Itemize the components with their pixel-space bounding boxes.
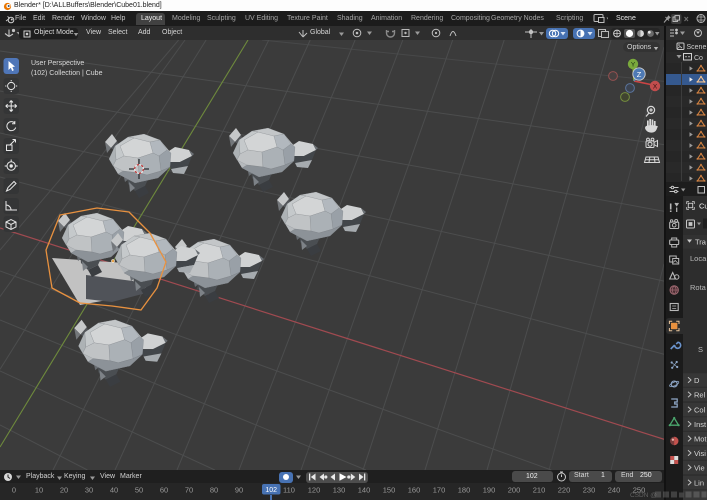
svg-text:CSDN @: CSDN @ [630, 492, 657, 499]
svg-text:220: 220 [558, 486, 571, 495]
svg-text:Loca: Loca [690, 254, 707, 263]
svg-text:X: X [653, 84, 658, 91]
svg-text:Vie: Vie [694, 463, 705, 472]
svg-text:130: 130 [333, 486, 346, 495]
svg-text:Col: Col [694, 405, 706, 414]
svg-text:Inst: Inst [694, 420, 707, 429]
svg-text:20: 20 [60, 486, 68, 495]
svg-text:Visi: Visi [694, 449, 706, 458]
svg-text:50: 50 [135, 486, 143, 495]
svg-text:30: 30 [85, 486, 93, 495]
svg-text:210: 210 [533, 486, 546, 495]
svg-text:Cu: Cu [699, 202, 707, 211]
svg-text:Lin: Lin [694, 478, 704, 487]
svg-text:190: 190 [483, 486, 496, 495]
svg-text:240: 240 [608, 486, 621, 495]
svg-text:140: 140 [358, 486, 371, 495]
svg-text:Co: Co [694, 55, 703, 62]
svg-text:Scene: Scene [687, 44, 707, 51]
svg-text:200: 200 [508, 486, 521, 495]
svg-text:90: 90 [235, 486, 243, 495]
svg-text:120: 120 [308, 486, 321, 495]
svg-text:Rel: Rel [694, 390, 706, 399]
svg-text:Z: Z [637, 70, 642, 79]
svg-text:80: 80 [210, 486, 218, 495]
svg-text:230: 230 [583, 486, 596, 495]
svg-text:170: 170 [433, 486, 446, 495]
svg-text:0: 0 [12, 486, 16, 495]
svg-text:150: 150 [383, 486, 396, 495]
svg-text:D: D [694, 376, 700, 385]
svg-text:102: 102 [265, 487, 277, 494]
svg-text:60: 60 [160, 486, 168, 495]
svg-text:160: 160 [408, 486, 421, 495]
svg-text:Rota: Rota [690, 283, 707, 292]
svg-text:110: 110 [283, 486, 295, 495]
svg-text:S: S [698, 345, 703, 354]
svg-text:10: 10 [35, 486, 43, 495]
svg-text:Y: Y [631, 62, 636, 69]
svg-text:Mot: Mot [694, 434, 707, 443]
svg-text:Tra: Tra [695, 238, 707, 247]
svg-text:40: 40 [110, 486, 118, 495]
svg-text:70: 70 [185, 486, 193, 495]
svg-text:180: 180 [458, 486, 471, 495]
